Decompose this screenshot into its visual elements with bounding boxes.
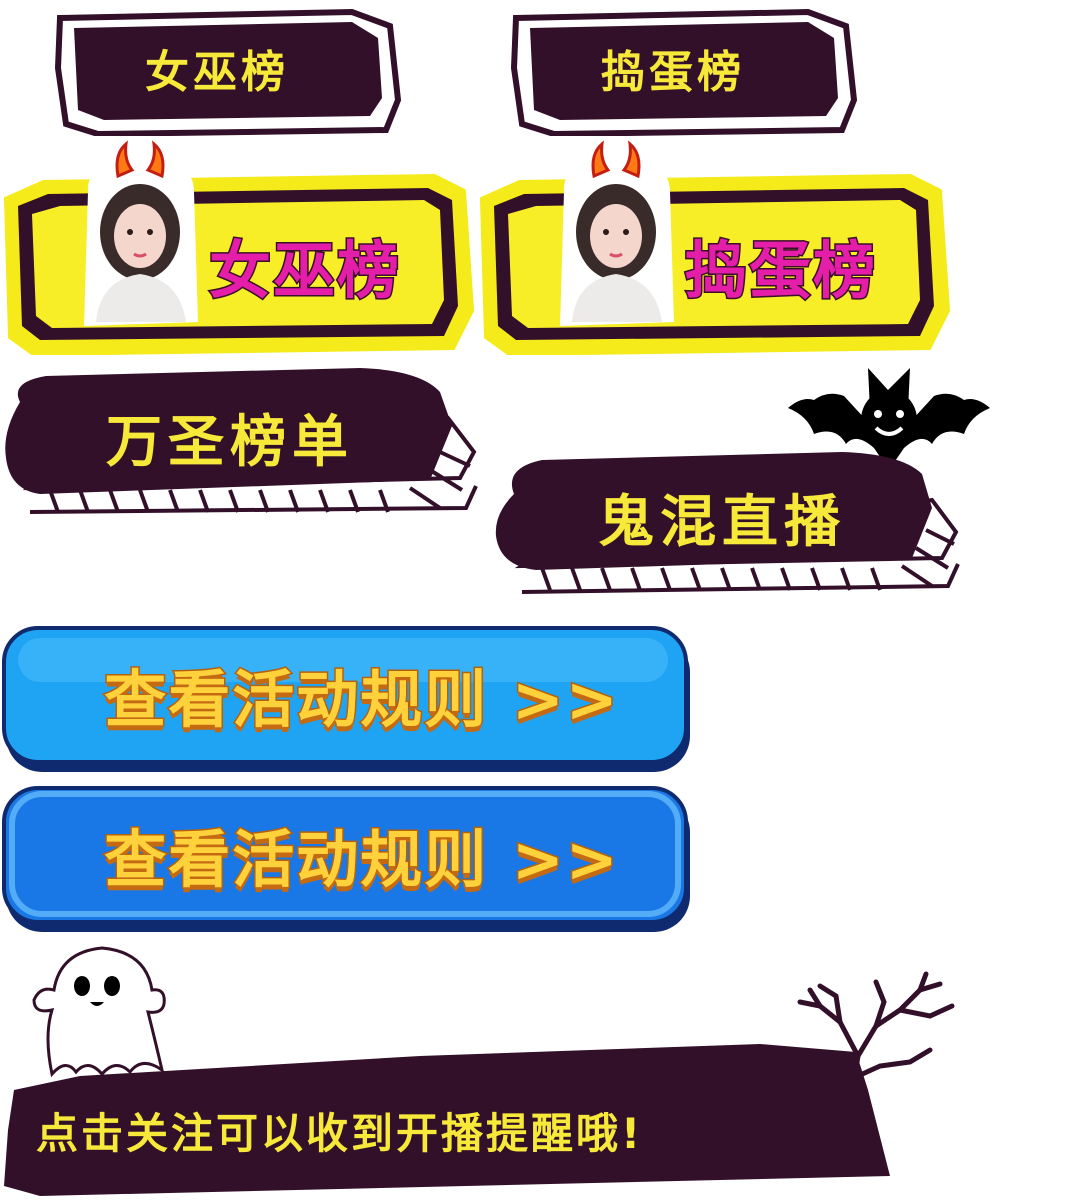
view-rules-button[interactable]: 查看活动规则 >>	[2, 626, 692, 776]
devil-horns-icon	[588, 140, 644, 180]
follow-tip-text: 点击关注可以收到开播提醒哦!	[36, 1108, 644, 1158]
avatar	[78, 162, 202, 332]
devil-horns-icon	[112, 140, 168, 180]
tab-label: 捣蛋榜	[683, 233, 877, 309]
tab-prank-ranking[interactable]: 捣蛋榜	[508, 8, 864, 136]
banner-label: 万圣榜单	[106, 409, 354, 475]
button-label: 查看活动规则 >>	[103, 822, 620, 898]
ghost-icon	[30, 940, 170, 1080]
tab-label: 捣蛋榜	[601, 47, 745, 98]
button-label: 查看活动规则 >>	[103, 662, 620, 738]
tab-prank-ranking-active[interactable]: 捣蛋榜	[480, 140, 950, 355]
view-rules-button-pressed[interactable]: 查看活动规则 >>	[2, 786, 692, 936]
tab-label: 女巫榜	[207, 233, 401, 309]
ghost-live-banner: 鬼混直播	[492, 444, 962, 600]
tab-witch-ranking[interactable]: 女巫榜	[52, 8, 408, 136]
tab-witch-ranking-active[interactable]: 女巫榜	[4, 140, 474, 355]
avatar	[554, 162, 678, 332]
banner-label: 鬼混直播	[598, 489, 846, 555]
halloween-ranking-banner: 万圣榜单	[0, 362, 480, 520]
tab-label: 女巫榜	[145, 47, 289, 98]
